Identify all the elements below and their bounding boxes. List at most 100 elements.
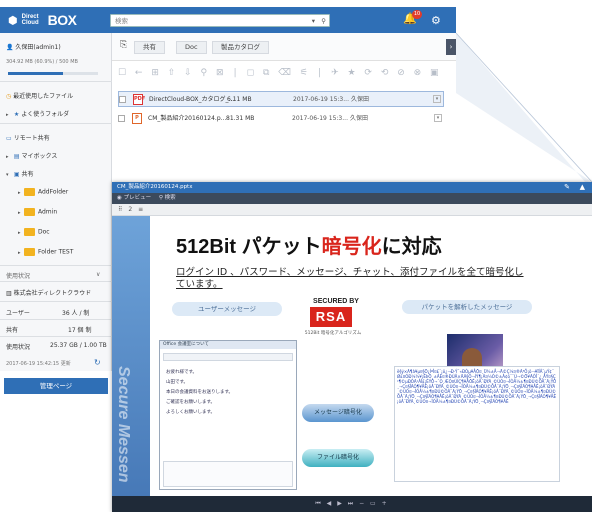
folder-item-folder-test[interactable]: ▸ Folder TEST (18, 248, 73, 256)
chat-window-mock: Office 会議室について お疲れ様です。 山田です。 本日の会議資料をお送り… (159, 340, 297, 490)
expand-icon[interactable]: ▸ (6, 112, 12, 118)
user-message-pill: ユーザーメッセージ (172, 302, 282, 316)
top-bar: ⬢ Direct Cloud BOX 検索 ▾ ⚲ 🔔 10 ⚙ (0, 7, 456, 33)
chat-toolbar (163, 353, 293, 361)
secured-by-label: SECURED BY (313, 298, 359, 305)
refresh-icon[interactable]: ↻ (94, 358, 101, 367)
divider (0, 301, 112, 302)
close-icon[interactable]: ▲ (580, 182, 585, 193)
slide-title-part: に対応 (381, 236, 442, 258)
shared-icon: ▣ (13, 171, 20, 178)
pptx-file-icon: P (132, 113, 142, 124)
pdf-file-icon: PDF (133, 94, 145, 105)
menu-icon[interactable]: ≡ (138, 206, 143, 213)
search-input[interactable]: 検索 ▾ ⚲ (110, 14, 330, 27)
chat-input-area (163, 461, 293, 487)
table-row[interactable]: P CM_製品紹介20160124.p... 81.31 MB 2017-06-… (118, 111, 444, 127)
slide-canvas: Secure Messen 512Bit パケット暗号化に対応 ログイン ID … (112, 216, 592, 508)
analyzed-message-pill: パケットを解析したメッセージ (402, 300, 532, 314)
row-checkbox[interactable] (118, 115, 125, 122)
logo-big-text: BOX (47, 12, 77, 28)
sidebar-item-label: よく使うフォルダ (21, 111, 70, 118)
folder-icon (24, 228, 35, 236)
breadcrumb-item[interactable]: Doc (176, 41, 207, 54)
table-row[interactable]: PDF DirectCloud-BOX_カタログ_... 6.11 MB 201… (118, 91, 444, 107)
breadcrumb-item[interactable]: 製品カタログ (212, 41, 269, 54)
rsa-caption: 512Bit 暗号化アルゴリズム (304, 331, 362, 336)
file-name[interactable]: CM_製品紹介20160124.p... (148, 111, 226, 126)
collapse-icon[interactable]: ▾ (6, 172, 12, 178)
divider (0, 281, 112, 282)
grid-icon[interactable]: ⠿ (118, 206, 122, 213)
logo-icon: ⬢ (8, 14, 18, 27)
preview-search-tab[interactable]: 検索 (165, 195, 176, 201)
divider (0, 336, 112, 337)
file-owner: 久保田 (351, 96, 370, 103)
stat-value: 25.37 GB / 1.00 TB (50, 342, 107, 349)
clock-icon: ◷ (6, 93, 12, 100)
chat-line: ご確認をお願いします。 (166, 400, 216, 405)
chat-line: よろしくお願いします。 (166, 410, 216, 415)
sidebar-item-remote-share[interactable]: ▭ リモート共有 (6, 133, 50, 142)
box-icon: ▤ (13, 153, 20, 160)
sidebar-item-favorites[interactable]: ▸ ★ よく使うフォルダ (6, 109, 69, 118)
building-icon: ▥ (6, 290, 12, 297)
slide-description: ログイン ID 、パスワード、メッセージ、チャット、添付ファイルを全て暗号化して… (176, 267, 524, 290)
preview-toolbar: ⠿ 2 ≡ (112, 204, 592, 216)
expand-icon[interactable]: ▸ (6, 154, 12, 160)
zoom-in-icon[interactable]: + (382, 500, 389, 507)
breadcrumb-item[interactable]: 共有 (134, 41, 165, 54)
search-placeholder: 検索 (115, 17, 128, 25)
encrypted-packet-text: ë§ý×Ã¶â¥µ¤§Ö¿ÍªÎ¤£¯¡õ¿¬Ð·Ý¨«ÐÓµ¥ÅÖ¤¸Ü¾±Å… (394, 366, 560, 482)
file-toolbar[interactable]: ☐ ← ⊞ ⇧ ⇩ ⚲ ⊠ │ ◻ ⧉ ⌫ ⚟ │ ✈ ★ ⟳ ⟲ ⊘ ⊗ ▣ (118, 68, 450, 82)
preview-tab[interactable]: プレビュー (124, 195, 152, 201)
app-logo[interactable]: ⬢ Direct Cloud BOX (8, 11, 77, 29)
folder-item-doc[interactable]: ▸ Doc (18, 228, 50, 236)
file-name[interactable]: DirectCloud-BOX_カタログ_... (149, 92, 234, 107)
first-page-icon[interactable]: ⏮ (315, 500, 322, 507)
chat-line: 山田です。 (166, 380, 189, 385)
zoom-wedge (456, 33, 592, 190)
preview-window: CM_製品紹介20160124.pptx ✎ ▲ ◉ プレビュー ⚲ 検索 ⠿ … (112, 182, 592, 512)
file-size: 81.31 MB (226, 115, 255, 122)
divider (0, 319, 112, 320)
sidebar-item-label: 最近使用したファイル (13, 93, 74, 100)
storage-usage-text: 304.92 MB (60.9%) / 500 MB (6, 59, 78, 65)
user-name[interactable]: 👤 久保田(admin1) (6, 42, 61, 51)
row-menu-icon[interactable]: ▾ (433, 95, 441, 103)
chevron-down-icon[interactable]: ∨ (96, 271, 100, 278)
logo-small-text: Direct Cloud (21, 14, 39, 26)
search-icon[interactable]: ⚲ (321, 15, 326, 27)
row-menu-icon[interactable]: ▾ (434, 114, 442, 122)
stat-label: 使用状況 (6, 344, 31, 351)
search-icon[interactable]: ⚲ (159, 195, 163, 201)
folder-label: AddFolder (38, 188, 69, 196)
chat-window-title: Office 会議室について (160, 341, 296, 349)
admin-page-button[interactable]: 管理ページ (4, 378, 108, 394)
storage-usage-fill (8, 72, 63, 75)
breadcrumb-expand-button[interactable]: › (446, 39, 456, 55)
stat-value: 36 人 / 制 (62, 310, 90, 317)
slide-title-highlight: 暗号化 (321, 236, 382, 258)
sidebar-item-label: マイボックス (21, 153, 58, 160)
sidebar-item-recent[interactable]: ◷ 最近使用したファイル (6, 91, 73, 100)
folder-item-addfolder[interactable]: ▸ AddFolder (18, 188, 68, 196)
edit-icon[interactable]: ✎ (564, 182, 570, 193)
chat-line: お疲れ様です。 (166, 370, 198, 375)
search-dropdown-icon[interactable]: ▾ (312, 15, 315, 27)
last-page-icon[interactable]: ⏭ (348, 500, 355, 507)
star-icon: ★ (13, 111, 20, 118)
prev-page-icon[interactable]: ◀ (327, 500, 334, 507)
stat-value: 17 個 制 (68, 327, 92, 334)
zoom-out-icon[interactable]: − (359, 500, 366, 507)
rsa-logo: RSA (310, 307, 352, 327)
fit-page-icon[interactable]: ▭ (370, 500, 378, 507)
row-checkbox[interactable] (119, 96, 126, 103)
sidebar-item-mybox[interactable]: ▸ ▤ マイボックス (6, 151, 57, 160)
next-page-icon[interactable]: ▶ (337, 500, 344, 507)
divider (0, 265, 112, 266)
folder-item-admin[interactable]: ▸ Admin (18, 208, 57, 216)
settings-gear-icon[interactable]: ⚙ (431, 14, 441, 27)
page-number: 2 (128, 206, 133, 213)
sidebar-item-shared[interactable]: ▾ ▣ 共有 (6, 169, 34, 178)
